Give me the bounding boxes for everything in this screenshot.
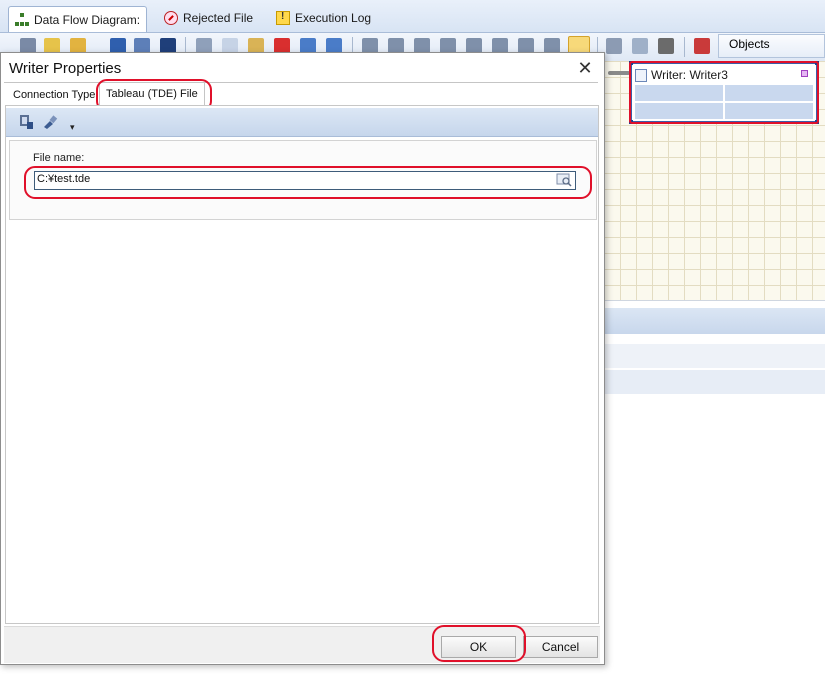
writer-node-header: Writer: Writer3 [635,66,813,84]
tab-label: Connection Type [13,89,96,101]
selection-handle[interactable] [815,61,819,65]
tab-data-flow-diagram[interactable]: Data Flow Diagram: [8,6,148,32]
tab-execution-log[interactable]: Execution Log [270,6,377,30]
cancel-button-label: Cancel [541,640,580,654]
print-preview-icon[interactable] [632,38,648,54]
tab-rejected-file[interactable]: Rejected File [158,6,259,30]
ok-button[interactable]: OK [441,636,516,658]
tab-label: Data Flow Diagram: [34,12,141,27]
close-icon[interactable]: ✕ [575,58,595,78]
file-name-label: File name: [33,152,85,164]
rejected-icon [164,11,178,25]
bottom-panel-row [604,344,825,368]
objects-panel-label: Objects [729,37,770,51]
find-icon[interactable] [658,38,674,54]
dialog-tab-strip [4,82,598,83]
writer-node-fields [635,85,813,119]
toolbar-separator [684,37,685,57]
document-icon [635,68,647,82]
diagram-icon [15,12,29,27]
tab-label: Rejected File [183,11,254,25]
ok-button-label: OK [469,640,488,654]
writer-node[interactable]: Writer: Writer3 [631,63,817,122]
objects-panel-tab[interactable]: Objects [718,34,825,58]
browse-icon[interactable] [556,173,572,187]
node-port-icon[interactable] [801,70,808,77]
writer-node-title: Writer: Writer3 [651,68,728,82]
tab-label: Execution Log [295,11,372,25]
database-icon[interactable] [18,114,34,130]
schedule-icon[interactable] [694,38,710,54]
chevron-down-icon[interactable]: ▾ [70,122,75,133]
brush-icon[interactable] [42,114,58,130]
selection-handle[interactable] [629,61,633,65]
bottom-panel-row [604,370,825,394]
field-cell [725,85,813,101]
tab-tableau-tde-file[interactable]: Tableau (TDE) File [99,82,205,106]
cancel-button[interactable]: Cancel [523,636,598,658]
field-cell [725,103,813,119]
field-cell [635,103,723,119]
file-name-input[interactable] [34,171,576,190]
document-tab-strip: Data Flow Diagram: Rejected File Executi… [0,0,825,33]
selection-handle[interactable] [629,120,633,124]
file-name-value[interactable]: C:¥test.tde [37,173,90,185]
tab-label: Tableau (TDE) File [106,88,198,100]
flow-connector [608,71,630,75]
warning-icon [276,11,290,25]
selection-handle[interactable] [815,120,819,124]
bottom-panel-header [604,308,825,334]
tab-connection-type[interactable]: Connection Type [7,85,101,105]
dialog-title: Writer Properties [9,60,122,77]
panel-toolbar: ▾ [6,108,598,137]
print-icon[interactable] [606,38,622,54]
field-cell [635,85,723,101]
